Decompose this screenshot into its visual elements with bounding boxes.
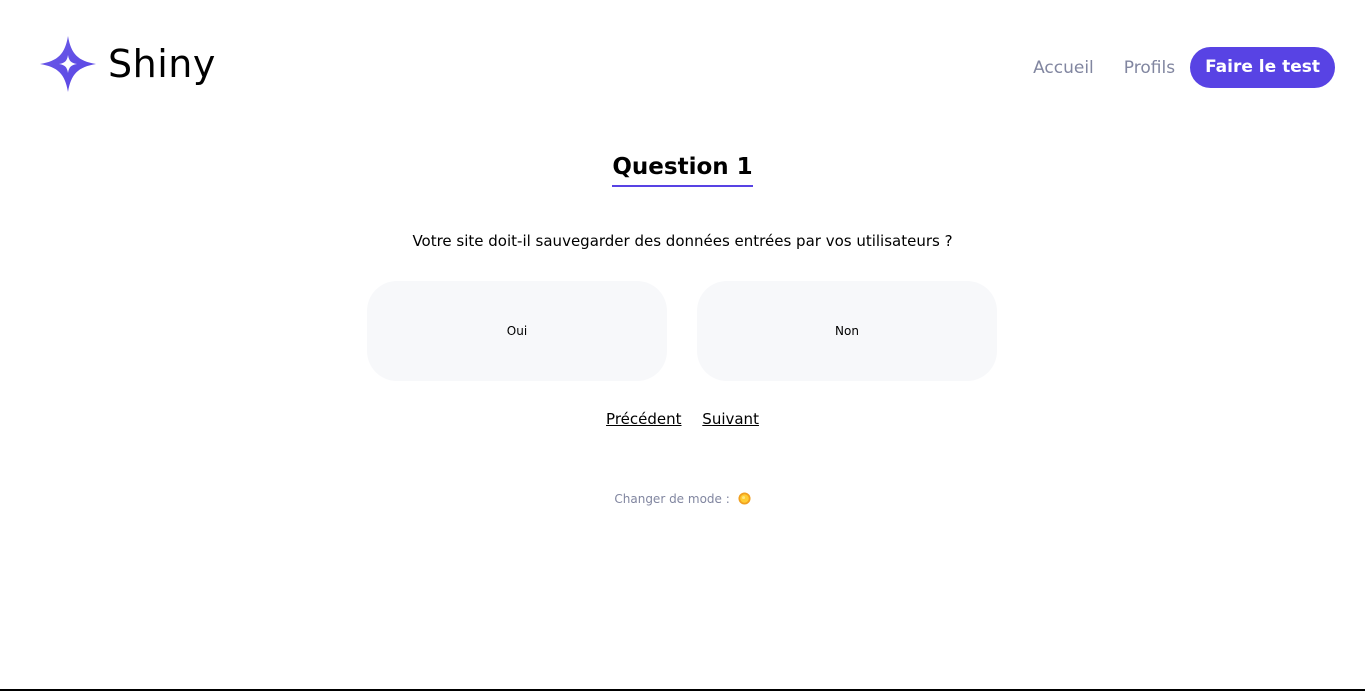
logo-link[interactable]: Shiny	[38, 34, 216, 94]
previous-link[interactable]: Précédent	[606, 410, 681, 428]
answer-yes-button[interactable]: Oui	[367, 281, 667, 381]
survey-section: Question 1 Votre site doit-il sauvegarde…	[0, 150, 1365, 506]
shiny-star-icon	[40, 36, 96, 92]
main-nav: Accueil Profils Faire le test	[1033, 47, 1335, 88]
question-title: Question 1	[612, 150, 753, 187]
header: Shiny Accueil Profils Faire le test	[0, 0, 1365, 130]
theme-toggle: Changer de mode :	[0, 492, 1365, 506]
answer-no-button[interactable]: Non	[697, 281, 997, 381]
question-text: Votre site doit-il sauvegarder des donné…	[412, 232, 953, 250]
nav-link-profiles[interactable]: Profils	[1124, 48, 1175, 88]
brand-name: Shiny	[108, 42, 216, 86]
app-page: Shiny Accueil Profils Faire le test Ques…	[0, 0, 1365, 691]
next-link[interactable]: Suivant	[702, 410, 759, 428]
nav-link-home[interactable]: Accueil	[1033, 48, 1094, 88]
sun-icon[interactable]	[738, 492, 751, 505]
take-test-button[interactable]: Faire le test	[1190, 47, 1335, 88]
answer-group: Oui Non	[367, 281, 997, 381]
theme-toggle-label: Changer de mode :	[614, 492, 730, 506]
question-pager: Précédent Suivant	[0, 410, 1365, 428]
